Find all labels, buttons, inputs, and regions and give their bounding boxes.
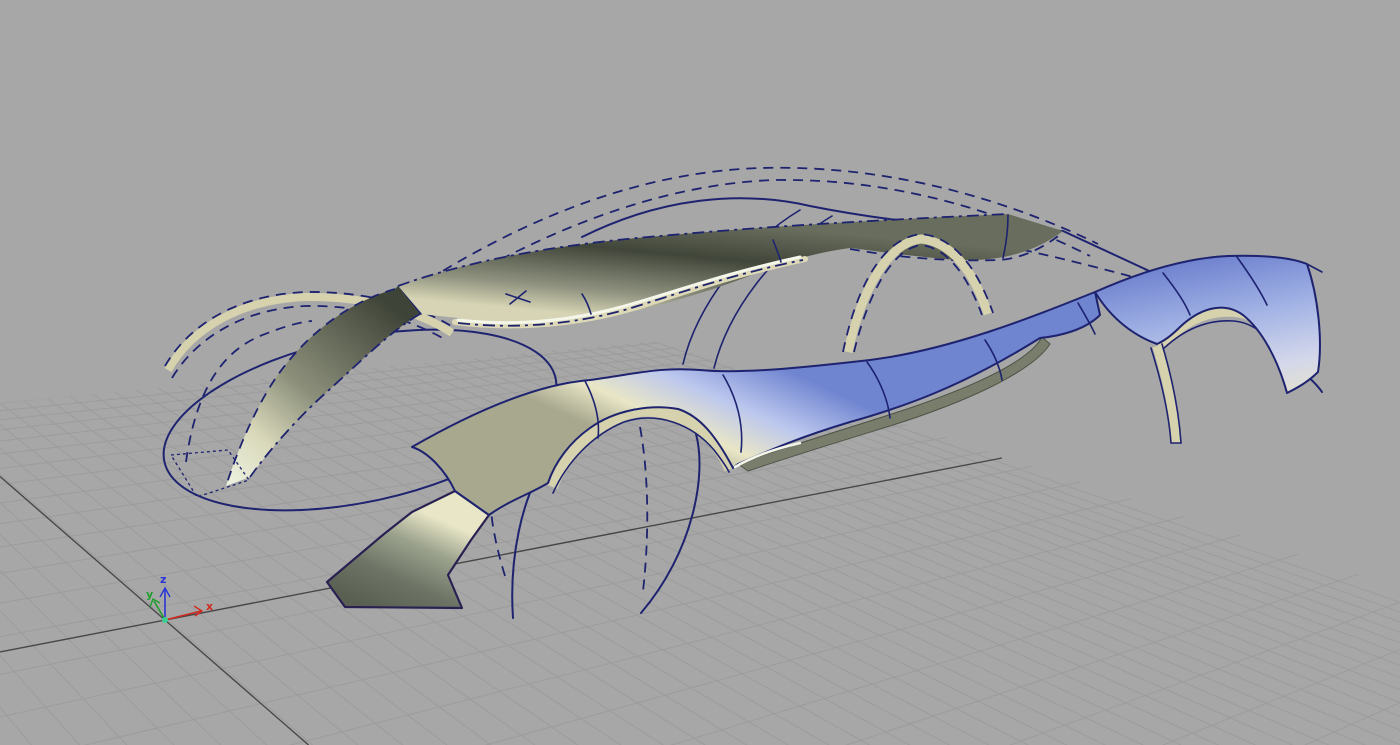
x-axis-label: x — [206, 600, 213, 613]
viewport-3d[interactable]: z y x — [0, 0, 1400, 745]
x-axis-arrow — [164, 605, 204, 621]
origin-dot — [162, 617, 168, 623]
near-front-splitter[interactable] — [325, 489, 491, 610]
y-axis-label: y — [146, 588, 153, 601]
scene-canvas: z y x — [0, 166, 1400, 745]
z-axis-label: z — [160, 573, 166, 586]
ground-grid — [0, 341, 1400, 745]
far-front-fender-crescent[interactable] — [226, 286, 420, 486]
near-rear-arch-left-leg[interactable] — [1150, 343, 1182, 444]
grid-y-axis-line — [0, 475, 310, 745]
